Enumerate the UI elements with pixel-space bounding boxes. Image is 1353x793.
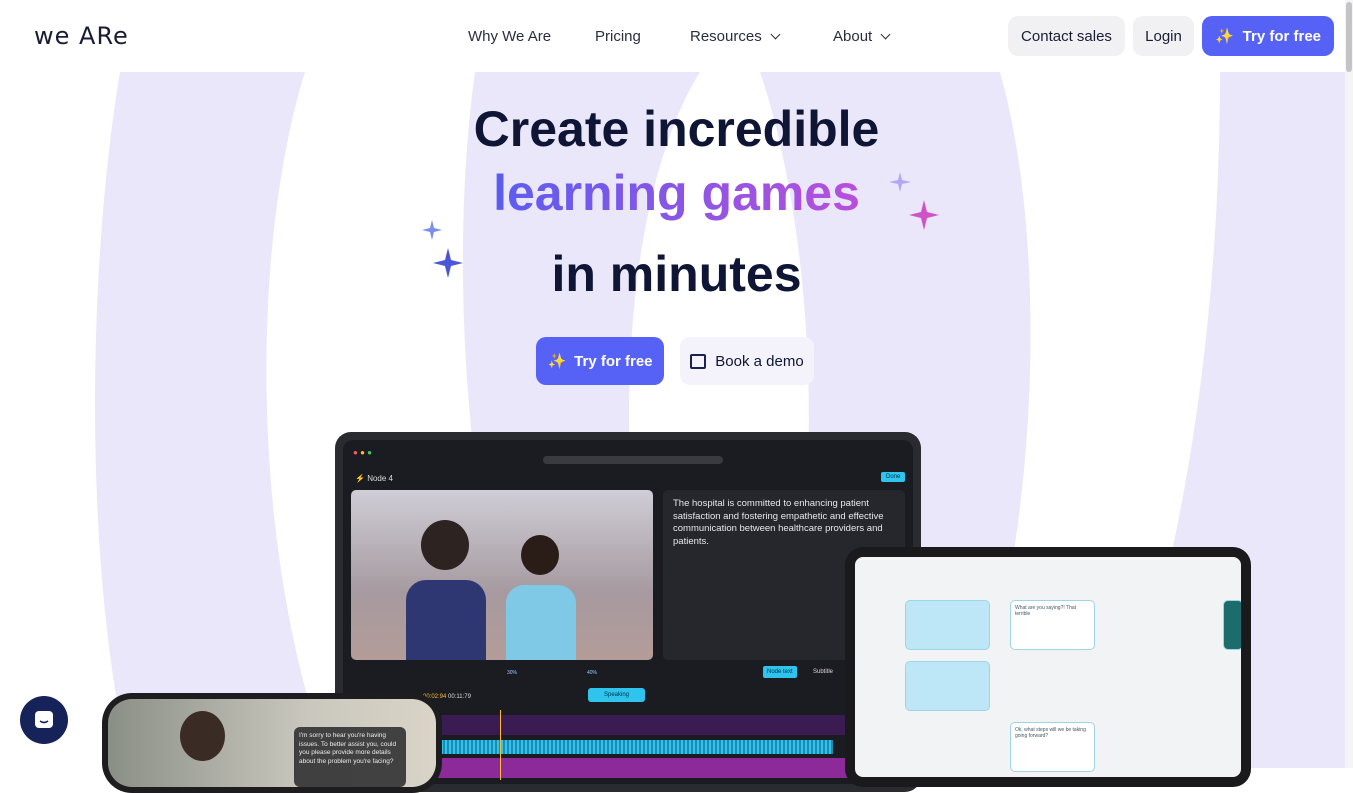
window-controls: ● ● ● <box>353 448 372 457</box>
login-button[interactable]: Login <box>1133 16 1194 56</box>
magic-wand-icon: ✨ <box>547 353 567 370</box>
chevron-down-icon <box>770 29 781 40</box>
response-node <box>905 661 990 711</box>
audio-waveform <box>433 740 833 754</box>
try-free-label: Try for free <box>574 352 653 370</box>
book-demo-label: Book a demo <box>715 352 804 370</box>
nav-pricing[interactable]: Pricing <box>595 28 641 45</box>
node-title: ⚡ Node 4 <box>355 474 393 483</box>
dialogue-node: Ok, what steps will we be taking going f… <box>1010 722 1095 772</box>
tablet-mockup: What are you saying?! That terrible Ok, … <box>845 547 1251 787</box>
done-button[interactable]: Done <box>881 472 906 482</box>
hero-title-line3: in minutes <box>551 246 802 302</box>
phone-mockup: I'm sorry to hear you're having issues. … <box>102 693 442 793</box>
nav-resources[interactable]: Resources <box>690 28 781 45</box>
nav-why-we-are[interactable]: Why We Are <box>468 28 551 45</box>
try-free-hero-button[interactable]: ✨ Try for free <box>536 337 664 385</box>
hero-title-line1: Create incredible <box>473 101 880 157</box>
book-demo-button[interactable]: Book a demo <box>680 337 814 385</box>
nav-about-label: About <box>833 28 873 45</box>
node-text-button[interactable]: Node text <box>763 666 797 678</box>
sparkle-icon <box>422 220 463 278</box>
nav-resources-label: Resources <box>690 28 762 45</box>
contact-sales-button[interactable]: Contact sales <box>1008 16 1125 56</box>
address-bar <box>543 456 723 464</box>
logo[interactable]: we ARe <box>34 22 129 50</box>
chat-launcher-button[interactable] <box>20 696 68 744</box>
dialogue-node: What are you saying?! That terrible <box>1010 600 1095 650</box>
subtitle-button[interactable]: Subtitle <box>813 669 833 675</box>
dialogue-node <box>1223 600 1241 650</box>
top-navbar: we ARe Why We Are Pricing Resources Abou… <box>0 0 1353 72</box>
playhead[interactable] <box>500 710 501 780</box>
chevron-down-icon <box>880 29 891 40</box>
scene-preview <box>351 490 653 660</box>
speaking-badge: Speaking <box>588 688 646 702</box>
magic-wand-icon: ✨ <box>1214 28 1234 45</box>
chat-icon <box>35 711 53 728</box>
scrollbar[interactable] <box>1345 0 1353 768</box>
zoom-volume-controls[interactable]: 30% 40% <box>387 666 617 680</box>
calendar-icon <box>690 353 707 369</box>
try-free-nav-button[interactable]: ✨ Try for free <box>1202 16 1334 56</box>
nav-about[interactable]: About <box>833 28 891 45</box>
hero-title-highlight: learning games <box>493 165 860 221</box>
scrollbar-thumb[interactable] <box>1346 2 1352 72</box>
sparkle-icon <box>889 172 939 230</box>
try-free-label: Try for free <box>1242 27 1322 45</box>
response-node <box>905 600 990 650</box>
phone-chat-bubble: I'm sorry to hear you're having issues. … <box>294 727 406 787</box>
